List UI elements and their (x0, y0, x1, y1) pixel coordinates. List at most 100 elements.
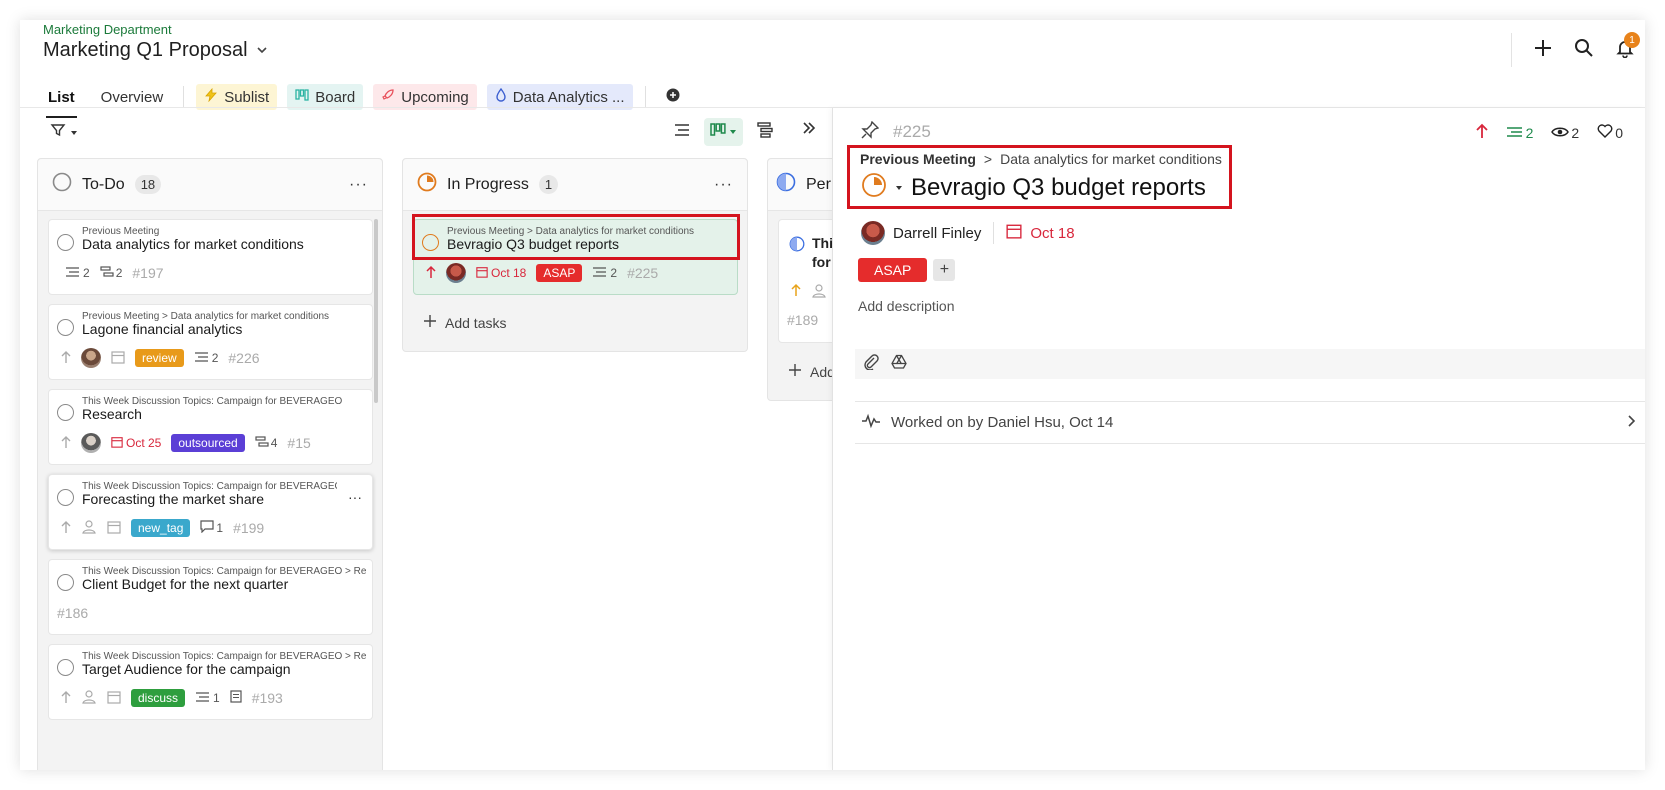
description-input[interactable]: Add description (858, 298, 955, 314)
card-more-button[interactable]: ··· (348, 489, 362, 505)
priority-arrow-icon[interactable] (791, 283, 801, 304)
column-more-button[interactable]: ··· (714, 176, 733, 194)
task-title[interactable]: Bevragio Q3 budget reports (911, 174, 1206, 202)
calendar-icon (1006, 223, 1022, 243)
calendar-icon[interactable] (107, 520, 121, 537)
drive-icon[interactable] (891, 354, 907, 375)
tag-review[interactable]: review (135, 349, 184, 367)
add-button[interactable] (1522, 32, 1563, 68)
task-title: Target Audience for the campaign (82, 661, 291, 677)
column-title: Per (806, 175, 831, 193)
subtask-count-value: 2 (1525, 124, 1534, 141)
collapse-panel-button[interactable] (798, 118, 820, 142)
task-card[interactable]: This Week Discussion Topics: Campaign fo… (48, 389, 373, 465)
scrollbar[interactable] (374, 219, 378, 403)
task-card[interactable]: This Week Discussion Topics: Campaign fo… (48, 559, 373, 635)
notification-badge: 1 (1624, 32, 1640, 48)
user-icon[interactable] (81, 689, 97, 708)
tab-divider (644, 86, 646, 108)
add-tasks-button[interactable]: Add (788, 363, 835, 380)
user-icon[interactable] (811, 283, 827, 304)
add-tag-button[interactable]: + (933, 259, 956, 281)
department-label[interactable]: Marketing Department (43, 22, 172, 37)
task-id: #189 (787, 312, 819, 328)
breadcrumb-parent[interactable]: Previous Meeting (860, 151, 976, 167)
status-in-progress-icon (417, 172, 437, 197)
tag-outsourced[interactable]: outsourced (171, 434, 245, 452)
avatar[interactable] (81, 433, 101, 453)
priority-arrow-icon[interactable] (426, 265, 436, 282)
column-more-button[interactable]: ··· (349, 176, 368, 194)
task-card[interactable]: Previous Meeting Data analytics for mark… (48, 219, 373, 295)
task-checkbox[interactable] (57, 319, 74, 336)
priority-arrow-icon[interactable] (61, 350, 71, 367)
priority-arrow-icon[interactable] (61, 690, 71, 707)
task-card-selected[interactable]: Previous Meeting > Data analytics for ma… (413, 219, 738, 295)
child-count-value: 2 (115, 266, 123, 280)
add-tasks-button[interactable]: Add tasks (423, 314, 506, 331)
task-stats: 2 2 0 (1475, 123, 1623, 142)
task-status-icon[interactable] (422, 234, 439, 251)
add-tasks-label: Add tasks (445, 314, 507, 331)
assignee-name[interactable]: Darrell Finley (893, 225, 981, 242)
priority-arrow-icon[interactable] (61, 520, 71, 537)
assignee-avatar[interactable] (861, 221, 885, 245)
task-meta: new_tag 1 #199 (61, 517, 264, 539)
task-title: Research (82, 406, 142, 422)
divider (993, 222, 995, 244)
priority-arrow-icon[interactable] (1475, 123, 1488, 142)
user-icon[interactable] (81, 519, 97, 538)
task-checkbox[interactable] (57, 574, 74, 591)
task-card[interactable]: Previous Meeting > Data analytics for ma… (48, 304, 373, 380)
task-checkbox[interactable] (57, 234, 74, 251)
caret-down-icon[interactable] (895, 179, 903, 197)
task-checkbox[interactable] (57, 404, 74, 421)
chevron-down-icon[interactable] (256, 39, 268, 62)
column-title: In Progress (447, 175, 529, 193)
search-button[interactable] (1563, 32, 1604, 68)
breadcrumb-task[interactable]: Data analytics for market conditions (1000, 151, 1222, 167)
tag-discuss[interactable]: discuss (131, 689, 186, 707)
search-icon (1574, 38, 1594, 63)
activity-text: Worked on by Daniel Hsu, Oct 14 (891, 414, 1114, 431)
board-view-button[interactable] (704, 118, 743, 146)
due-date[interactable]: Oct 25 (111, 436, 161, 451)
pin-button[interactable] (861, 120, 880, 144)
due-date[interactable]: Oct 18 (1006, 223, 1075, 243)
task-checkbox[interactable] (57, 489, 74, 506)
subtask-icon (1506, 125, 1524, 141)
paperclip-icon[interactable] (863, 353, 879, 375)
due-date[interactable]: Oct 18 (476, 266, 526, 281)
task-card[interactable]: This Week Discussion Topics: Campaign fo… (48, 474, 373, 550)
breadcrumb-separator: > (983, 151, 993, 167)
comment-count: 1 (200, 520, 223, 536)
calendar-icon[interactable] (111, 350, 125, 367)
task-detail-panel: #225 2 2 0 Previous Meeting > Data analy… (832, 108, 1645, 770)
children-icon (255, 435, 269, 451)
calendar-icon[interactable] (107, 690, 121, 707)
tag-new[interactable]: new_tag (131, 519, 191, 537)
notifications-button[interactable]: 1 (1604, 32, 1645, 68)
like-count[interactable]: 0 (1597, 124, 1623, 141)
tree-view-button[interactable] (751, 118, 779, 146)
avatar[interactable] (81, 348, 101, 368)
status-todo-icon (52, 172, 72, 197)
task-card[interactable]: This Week Discussion Topics: Campaign fo… (48, 644, 373, 720)
filter-button[interactable] (50, 122, 78, 143)
filter-icon (50, 122, 66, 143)
tag-asap[interactable]: ASAP (536, 264, 583, 282)
status-in-progress-icon[interactable] (861, 172, 887, 203)
subtask-count-value: 2 (610, 266, 618, 280)
subtask-count[interactable]: 2 (1506, 124, 1534, 141)
list-view-button[interactable] (668, 118, 696, 146)
eye-icon (1551, 125, 1570, 141)
project-title-text: Marketing Q1 Proposal (43, 39, 248, 61)
task-checkbox[interactable] (57, 659, 74, 676)
watcher-count[interactable]: 2 (1551, 125, 1579, 141)
tag-asap[interactable]: ASAP (858, 258, 928, 282)
project-title[interactable]: Marketing Q1 Proposal (43, 39, 268, 62)
task-id: #186 (57, 605, 89, 621)
avatar[interactable] (446, 263, 466, 283)
priority-arrow-icon[interactable] (61, 435, 71, 452)
activity-row[interactable]: Worked on by Daniel Hsu, Oct 14 (855, 401, 1645, 444)
